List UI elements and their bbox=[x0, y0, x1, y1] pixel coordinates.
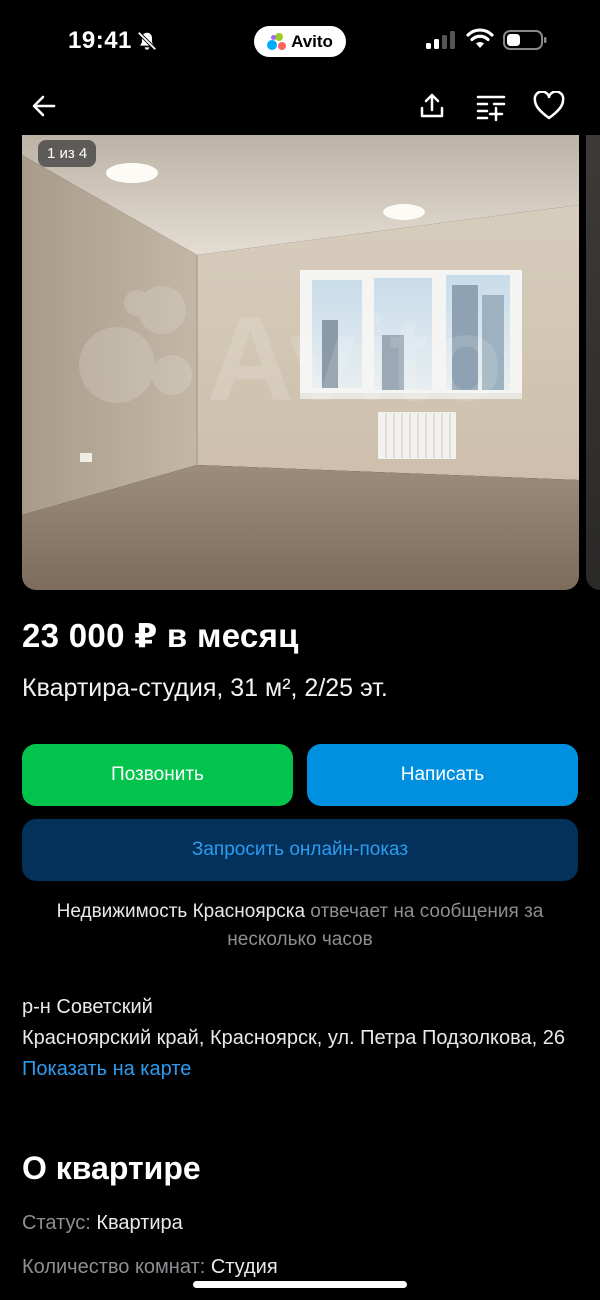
top-navigation bbox=[0, 80, 600, 132]
status-bar: 19:41 Avito bbox=[0, 0, 600, 80]
cellular-signal-icon bbox=[426, 31, 455, 49]
call-button[interactable]: Позвонить bbox=[22, 744, 293, 806]
param-key: Количество комнат: bbox=[22, 1256, 211, 1278]
avito-app-badge[interactable]: Avito bbox=[254, 26, 346, 57]
photo-gallery[interactable]: Avito bbox=[22, 135, 579, 590]
home-indicator[interactable] bbox=[193, 1281, 407, 1288]
param-value: Квартира bbox=[96, 1212, 183, 1234]
listing-price: 23 000 ₽ в месяц bbox=[22, 617, 299, 654]
bell-slash-icon bbox=[137, 31, 157, 51]
show-on-map-link[interactable]: Показать на карте bbox=[22, 1054, 578, 1085]
share-icon bbox=[420, 93, 444, 118]
param-status: Статус: Квартира bbox=[22, 1212, 183, 1235]
favorite-button[interactable] bbox=[529, 86, 569, 126]
seller-reply-info: Недвижимость Красноярска отвечает на соо… bbox=[22, 898, 578, 954]
seller-name[interactable]: Недвижимость Красноярска bbox=[57, 901, 305, 922]
back-arrow-icon bbox=[32, 95, 56, 117]
param-rooms: Количество комнат: Студия bbox=[22, 1256, 278, 1279]
share-button[interactable] bbox=[412, 86, 452, 126]
write-button[interactable]: Написать bbox=[307, 744, 578, 806]
back-button[interactable] bbox=[24, 86, 64, 126]
about-section-title: О квартире bbox=[22, 1150, 201, 1186]
compare-button[interactable] bbox=[471, 86, 511, 126]
address-block: р-н Советский Красноярский край, Красноя… bbox=[22, 992, 578, 1085]
avito-badge-label: Avito bbox=[291, 31, 333, 51]
compare-list-icon bbox=[476, 95, 506, 121]
request-online-show-button[interactable]: Запросить онлайн-показ bbox=[22, 819, 578, 881]
wifi-icon bbox=[466, 28, 494, 48]
photo-counter-badge: 1 из 4 bbox=[38, 140, 97, 167]
next-photo-preview[interactable] bbox=[586, 135, 600, 590]
param-key: Статус: bbox=[22, 1212, 97, 1234]
listing-photo: Avito bbox=[22, 135, 579, 590]
svg-text:Avito: Avito bbox=[207, 292, 503, 426]
param-value: Студия bbox=[210, 1256, 278, 1278]
status-time: 19:41 bbox=[68, 27, 132, 54]
avito-logo-icon bbox=[267, 32, 287, 51]
heart-icon bbox=[533, 91, 565, 120]
district: р-н Советский bbox=[22, 996, 153, 1018]
battery-icon bbox=[503, 30, 547, 50]
street-address: Красноярский край, Красноярск, ул. Петра… bbox=[22, 1027, 565, 1049]
listing-title: Квартира-студия, 31 м², 2/25 эт. bbox=[22, 674, 388, 702]
